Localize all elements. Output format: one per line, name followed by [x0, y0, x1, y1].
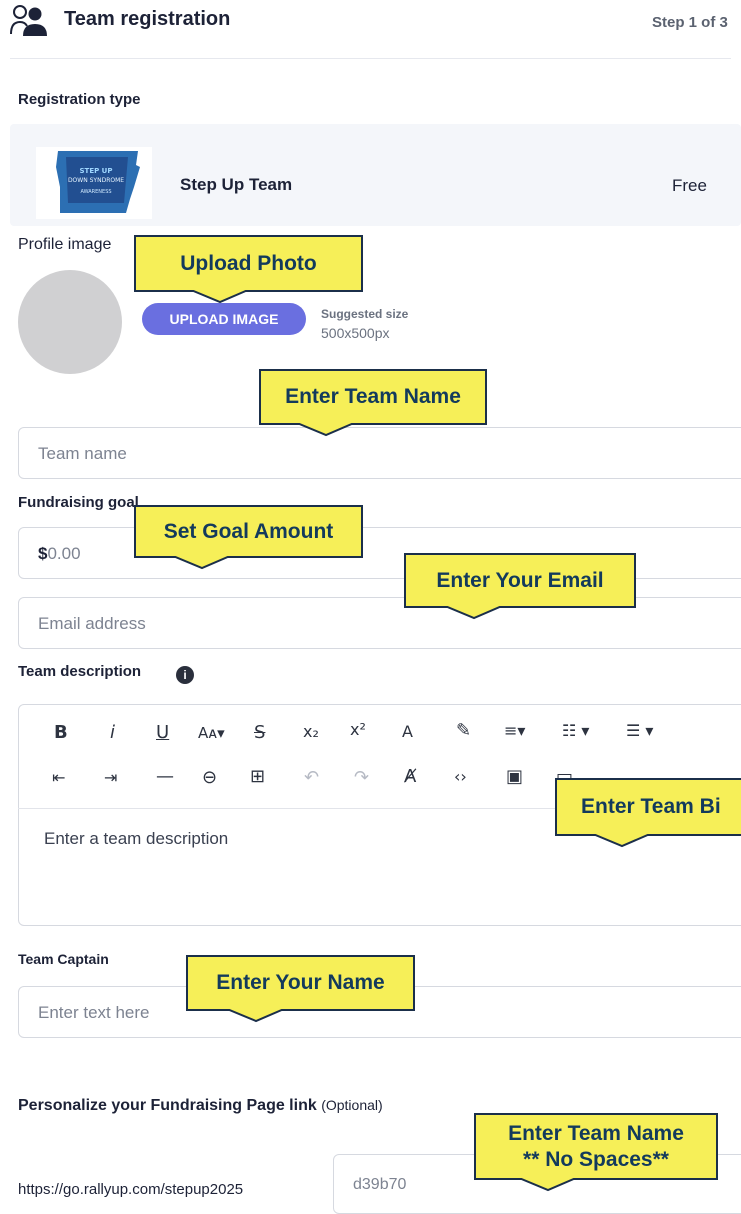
- callout-team-name: Enter Team Name: [259, 369, 487, 425]
- goal-amount-value: $0.00: [38, 544, 81, 564]
- team-captain-placeholder: Enter text here: [38, 1003, 150, 1022]
- team-icon: [10, 4, 50, 38]
- registration-option-price: Free: [672, 176, 707, 195]
- suggested-size-value: 500x500px: [321, 325, 390, 341]
- link-prefix: https://go.rallyup.com/stepup2025: [18, 1181, 244, 1198]
- callout-tail: [296, 423, 355, 437]
- page-link-label: Personalize your Fundraising Page link (…: [18, 1097, 383, 1115]
- team-logo: STEP UP DOWN SYNDROME AWARENESS: [36, 147, 152, 219]
- callout-tail: [444, 606, 503, 620]
- code-view-icon[interactable]: ‹›: [454, 767, 467, 786]
- team-name-placeholder: Team name: [38, 444, 127, 463]
- horizontal-rule-icon[interactable]: —: [156, 766, 174, 787]
- registration-option-name: Step Up Team: [180, 175, 293, 194]
- outdent-icon[interactable]: ⇤: [52, 768, 65, 787]
- team-description-placeholder: Enter a team description: [44, 829, 229, 848]
- registration-type-label: Registration type: [18, 91, 141, 108]
- team-name-input[interactable]: Team name: [18, 427, 741, 479]
- profile-image-label: Profile image: [18, 236, 112, 253]
- callout-tail: [518, 1178, 577, 1192]
- link-icon[interactable]: ⊖: [202, 767, 217, 788]
- email-placeholder: Email address: [38, 614, 146, 633]
- callout-slug: Enter Team Name ** No Spaces**: [474, 1113, 718, 1180]
- header-divider: [10, 58, 731, 59]
- svg-text:AWARENESS: AWARENESS: [80, 189, 111, 195]
- fundraising-goal-label: Fundraising goal: [18, 494, 139, 511]
- callout-tail: [592, 834, 651, 848]
- step-indicator: Step 1 of 3: [652, 14, 728, 31]
- undo-icon[interactable]: ↶: [304, 767, 319, 788]
- page-link-label-text: Personalize your Fundraising Page link: [18, 1097, 317, 1114]
- callout-team-bio: Enter Team Bi: [555, 778, 741, 836]
- page-link-value: d39b70: [353, 1176, 407, 1193]
- callout-upload-photo: Upload Photo: [134, 235, 363, 292]
- unordered-list-icon[interactable]: ☰ ▾: [626, 721, 653, 740]
- callout-slug-line-1: Enter Team Name: [508, 1122, 684, 1146]
- upload-image-button[interactable]: UPLOAD IMAGE: [142, 303, 306, 335]
- ordered-list-icon[interactable]: ☷ ▾: [562, 721, 589, 740]
- callout-tail: [172, 556, 231, 570]
- subscript-button[interactable]: x₂: [303, 722, 319, 741]
- redo-icon[interactable]: ↷: [354, 767, 369, 788]
- team-description-label: Team description: [18, 663, 142, 680]
- bold-button[interactable]: B: [54, 722, 68, 743]
- suggested-size-label: Suggested size: [321, 307, 409, 321]
- strikethrough-button[interactable]: S: [254, 722, 265, 743]
- page-title: Team registration: [64, 8, 231, 30]
- info-icon[interactable]: i: [176, 666, 194, 684]
- eraser-icon[interactable]: ✎: [456, 720, 471, 741]
- indent-icon[interactable]: ⇥: [104, 768, 117, 787]
- optional-tag: (Optional): [321, 1097, 383, 1113]
- italic-button[interactable]: i: [110, 722, 115, 743]
- callout-tail: [190, 290, 249, 304]
- team-captain-label: Team Captain: [18, 951, 109, 967]
- superscript-button[interactable]: x²: [350, 720, 366, 739]
- align-dropdown-icon[interactable]: ≡▾: [504, 721, 525, 740]
- svg-text:STEP UP: STEP UP: [80, 167, 113, 175]
- image-icon[interactable]: ▣: [506, 766, 523, 787]
- font-size-dropdown[interactable]: Aᴀ▾: [198, 724, 225, 742]
- avatar-placeholder: [18, 270, 122, 374]
- underline-button[interactable]: U: [156, 722, 169, 743]
- clear-format-icon[interactable]: Ⱥ: [404, 766, 416, 787]
- table-icon[interactable]: ⊞: [250, 766, 265, 787]
- callout-slug-line-2: ** No Spaces**: [523, 1147, 669, 1171]
- callout-goal: Set Goal Amount: [134, 505, 363, 558]
- goal-value: 0.00: [47, 544, 81, 563]
- callout-email: Enter Your Email: [404, 553, 636, 608]
- callout-tail: [226, 1009, 285, 1023]
- svg-text:DOWN SYNDROME: DOWN SYNDROME: [68, 177, 124, 184]
- text-color-icon[interactable]: A: [402, 722, 413, 741]
- callout-your-name: Enter Your Name: [186, 955, 415, 1011]
